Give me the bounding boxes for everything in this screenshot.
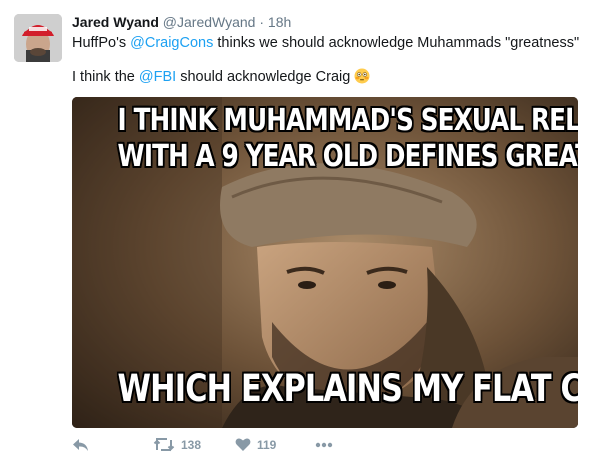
flushed-face-emoji-icon	[354, 68, 370, 84]
like-count: 119	[257, 437, 277, 452]
text-segment: HuffPo's	[72, 35, 131, 51]
text-segment: I think the	[72, 69, 139, 85]
mention-craigcons[interactable]: @CraigCons	[130, 35, 213, 51]
timestamp[interactable]: 18h	[268, 14, 291, 30]
separator-dot: ·	[259, 14, 265, 30]
tweet-header: Jared Wyand @JaredWyand · 18h	[72, 14, 291, 30]
like-button[interactable]: 119	[235, 437, 276, 452]
retweet-count: 138	[181, 438, 202, 452]
mention-fbi[interactable]: @FBI	[139, 69, 176, 85]
avatar[interactable]	[14, 14, 62, 62]
retweet-icon	[153, 438, 175, 452]
text-segment: thinks we should acknowledge Muhammads "…	[213, 35, 580, 51]
text-segment: should acknowledge Craig	[176, 69, 351, 85]
heart-icon	[235, 438, 251, 451]
more-options-button[interactable]	[315, 442, 333, 448]
more-dots-icon	[315, 442, 333, 448]
retweet-button[interactable]: 138	[153, 437, 201, 453]
tweet-text-line-2: I think the @FBI should acknowledge Crai…	[72, 68, 370, 85]
user-handle[interactable]: @JaredWyand	[163, 14, 256, 30]
meme-caption-top-line-2: WITH A 9 YEAR OLD DEFINES GREATNESS	[117, 139, 578, 174]
reply-button[interactable]	[72, 437, 90, 453]
display-name[interactable]: Jared Wyand	[72, 14, 159, 30]
meme-caption-top-line-1: I THINK MUHAMMAD'S SEXUAL RELATIONS	[117, 103, 578, 138]
tweet-text-line-1: HuffPo's @CraigCons thinks we should ack…	[72, 35, 579, 51]
tweet-media-image[interactable]: I THINK MUHAMMAD'S SEXUAL RELATIONS WITH…	[72, 97, 578, 428]
reply-icon	[73, 439, 88, 451]
meme-caption-bottom: WHICH EXPLAINS MY FLAT CAP	[117, 367, 578, 410]
